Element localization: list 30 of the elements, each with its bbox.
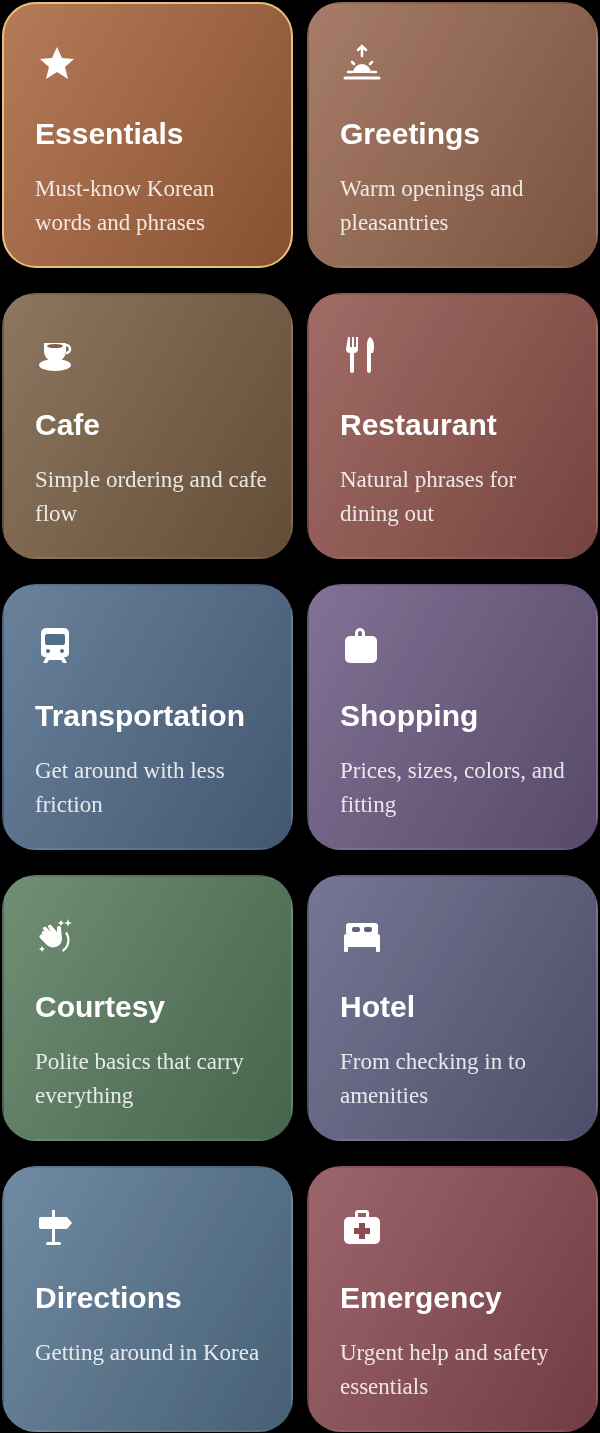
card-title: Shopping xyxy=(340,698,479,734)
category-card[interactable]: Hotel From checking in to amenities xyxy=(307,875,598,1141)
card-description: Getting around in Korea xyxy=(35,1339,260,1367)
card-title: Hotel xyxy=(340,989,415,1025)
card-description: From checking in to amenities xyxy=(340,1048,527,1110)
card-title: Essentials xyxy=(35,116,184,152)
card-description: Warm openings and pleasantries xyxy=(340,175,525,237)
category-card[interactable]: Transportation Get around with less friction xyxy=(2,584,293,850)
card-title: Cafe xyxy=(35,407,101,443)
card-description: Natural phrases for dining out xyxy=(340,466,518,528)
category-card[interactable]: Emergency Urgent help and safety essentials xyxy=(307,1166,598,1432)
category-card[interactable]: Cafe Simple ordering and cafe flow xyxy=(2,293,293,559)
card-description: Prices, sizes, colors, and fitting xyxy=(340,757,566,819)
card-description: Simple ordering and cafe flow xyxy=(35,466,268,528)
card-title: Emergency xyxy=(340,1280,502,1316)
card-title: Greetings xyxy=(340,116,481,152)
card-description: Must-know Korean words and phrases xyxy=(35,175,216,237)
category-card[interactable]: Courtesy Polite basics that carry everything xyxy=(2,875,293,1141)
card-title: Courtesy xyxy=(35,989,166,1025)
category-card[interactable]: Essentials Must-know Korean words and phrases xyxy=(2,2,293,268)
card-title: Restaurant xyxy=(340,407,497,443)
card-title: Transportation xyxy=(35,698,245,734)
category-card[interactable]: Shopping Prices, sizes, colors, and fitting xyxy=(307,584,598,850)
category-card[interactable]: Directions Getting around in Korea xyxy=(2,1166,293,1432)
category-card[interactable]: Restaurant Natural phrases for dining out xyxy=(307,293,598,559)
category-card[interactable]: Greetings Warm openings and pleasantries xyxy=(307,2,598,268)
card-title: Directions xyxy=(35,1280,182,1316)
card-description: Urgent help and safety essentials xyxy=(340,1339,550,1401)
card-description: Polite basics that carry everything xyxy=(35,1048,245,1110)
card-description: Get around with less friction xyxy=(35,757,226,819)
